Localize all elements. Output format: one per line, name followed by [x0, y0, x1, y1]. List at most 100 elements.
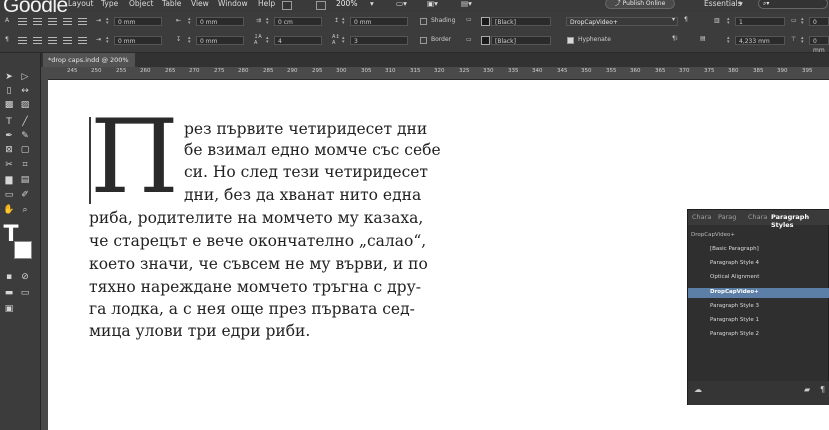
border-swatch[interactable] [481, 36, 490, 45]
preview-mode-icon[interactable]: ▭ [18, 287, 32, 299]
tab-character[interactable]: Chara [692, 213, 711, 221]
content-placer-icon[interactable]: ▨ [18, 99, 32, 111]
body-text-line[interactable]: мица улови три едри риби. [89, 322, 310, 340]
border-checkbox[interactable] [420, 37, 427, 44]
eyedropper-tool-icon[interactable]: ✐ [18, 189, 32, 201]
zoom-tool-icon[interactable]: ⌕ [18, 204, 32, 216]
hyphenate-checkbox[interactable] [567, 37, 574, 44]
content-collector-icon[interactable]: ▩ [2, 99, 16, 111]
style-item-dropcapvideo[interactable]: DropCapVideo+ [710, 289, 759, 295]
direct-selection-tool-icon[interactable]: ▷ [18, 71, 32, 83]
drop-cap-chars-stepper[interactable]: ▴ ▾ [342, 36, 347, 45]
space-after-field[interactable]: 0 mm [196, 36, 244, 45]
style-item-optical-alignment[interactable]: Optical Alignment [710, 274, 759, 280]
horizontal-ruler[interactable]: 245 250 255 260 265 270 275 280 285 290 … [41, 67, 829, 80]
span-columns-field[interactable]: 0 [809, 17, 829, 26]
tab-paragraph-styles[interactable]: Paragraph Styles [771, 213, 829, 229]
paragraph-mark-icon[interactable]: ¶ [5, 36, 9, 43]
shading-color-field[interactable]: [Black] [491, 17, 551, 26]
first-line-indent-stepper[interactable]: ▴ ▾ [266, 17, 271, 26]
align-away-from-spine-button[interactable] [63, 37, 72, 45]
border-color-field[interactable]: [Black] [491, 36, 551, 45]
last-line-indent-stepper[interactable]: ▴ ▾ [106, 36, 111, 45]
free-transform-tool-icon[interactable]: ⌗ [18, 159, 32, 171]
shading-swatch[interactable] [481, 17, 490, 26]
align-grid-icon[interactable]: ▤ [700, 35, 706, 42]
drop-cap-chars-field[interactable]: 3 [350, 36, 408, 45]
selection-tool-icon[interactable]: ➤ [2, 71, 16, 83]
zoom-level[interactable]: 200% [336, 0, 357, 8]
right-indent-stepper[interactable]: ▴ ▾ [188, 17, 193, 26]
new-folder-icon[interactable]: ▰ [804, 385, 810, 394]
drop-cap-lines-stepper[interactable]: ▴ ▾ [266, 36, 271, 45]
body-text-line[interactable]: риба, родителите на момчето му казаха, [89, 209, 423, 227]
line-tool-icon[interactable]: ╱ [18, 116, 32, 128]
gradient-feather-tool-icon[interactable]: ▤ [18, 174, 32, 186]
menu-view[interactable]: View [191, 0, 209, 8]
columns-stepper[interactable]: ▴ ▾ [727, 17, 732, 26]
pen-tool-icon[interactable]: ✒ [2, 130, 16, 142]
type-tool-icon[interactable]: T [2, 116, 16, 128]
body-text-line[interactable]: га лодка, а с нея още през първата сед- [89, 300, 415, 318]
menu-type[interactable]: Type [101, 0, 118, 8]
view-options-icon[interactable]: ▭▾ [396, 0, 407, 8]
justify-right-button[interactable] [33, 37, 42, 45]
body-text-line[interactable]: което значи, че съвсем не му върви, и по [89, 255, 428, 273]
hand-tool-icon[interactable]: ✋ [2, 204, 16, 216]
tab-paragraph[interactable]: Parag [718, 213, 736, 221]
normal-mode-icon[interactable]: ▬ [2, 287, 16, 299]
hyphenation-options-icon[interactable]: ¶⁞ [672, 35, 678, 42]
border-color-icon[interactable]: ▭ [466, 36, 472, 43]
align-left-button[interactable] [18, 18, 27, 26]
first-line-indent-field[interactable]: 0 cm [274, 17, 322, 26]
columns-field[interactable]: 1 [735, 17, 785, 26]
paragraph-formatting-icon[interactable]: A [5, 17, 9, 24]
menu-object[interactable]: Object [129, 0, 153, 8]
align-towards-spine-button[interactable] [63, 18, 72, 26]
paragraph-style-dropdown[interactable]: DropCapVideo+ [566, 17, 678, 26]
body-text-line[interactable]: бе взимал едно момче със себе [184, 141, 441, 159]
span-stepper[interactable]: ▴ ▾ [801, 17, 806, 26]
screen-mode-icon[interactable]: ▣▾ [427, 0, 438, 8]
workspace-switcher[interactable]: Essentials [704, 0, 742, 8]
zoom-dropdown-icon[interactable]: ▾ [370, 0, 374, 8]
stroke-swatch-icon[interactable] [14, 241, 32, 259]
right-indent-field[interactable]: 0 mm [196, 17, 244, 26]
workspace-dropdown-icon[interactable]: ▾ [739, 0, 743, 8]
stock-icon[interactable] [316, 1, 326, 10]
body-text-line[interactable]: рез първите четиридесет дни [184, 120, 427, 138]
drop-cap-lines-field[interactable]: 4 [274, 36, 322, 45]
apply-color-icon[interactable]: ▪ [2, 271, 16, 283]
tab-character-styles[interactable]: Chara [748, 213, 767, 221]
justify-full-button[interactable] [78, 37, 87, 45]
justify-left-button[interactable] [78, 18, 87, 26]
menu-help[interactable]: Help [258, 0, 275, 8]
publish-online-button[interactable]: ⤴ Publish Online [605, 0, 675, 9]
drop-cap-letter[interactable]: П [90, 107, 179, 209]
style-item-basic-paragraph[interactable]: [Basic Paragraph] [710, 246, 759, 252]
style-group-icon[interactable]: ☁ [694, 385, 702, 394]
apply-none-icon[interactable]: ⊘ [18, 271, 32, 283]
arrange-documents-icon[interactable]: ▤▾ [461, 0, 472, 8]
balance-field[interactable]: 0 mm [809, 36, 829, 54]
gutter-stepper[interactable]: ▴ ▾ [727, 36, 732, 45]
column-gutter-field[interactable]: 4,233 mm [735, 36, 785, 45]
create-style-icon[interactable]: ¶ [684, 16, 688, 23]
body-text-line[interactable]: че старецът е вече окончателно „салао“, [89, 232, 426, 250]
page-tool-icon[interactable]: ▯ [2, 85, 16, 97]
note-tool-icon[interactable]: ▭ [2, 189, 16, 201]
menu-window[interactable]: Window [218, 0, 248, 8]
style-item-paragraph-style-4[interactable]: Paragraph Style 4 [710, 260, 759, 266]
justify-center-button[interactable] [18, 37, 27, 45]
rectangle-tool-icon[interactable]: ▢ [18, 144, 32, 156]
body-text-line[interactable]: тяхно нареждане момчето тръгна с дру- [89, 278, 421, 296]
shading-color-icon[interactable]: ▭ [466, 16, 472, 23]
rectangle-frame-tool-icon[interactable]: ⊠ [2, 144, 16, 156]
left-indent-stepper[interactable]: ▴ ▾ [106, 17, 111, 26]
style-item-paragraph-style-1[interactable]: Paragraph Style 1 [710, 317, 759, 323]
balance-stepper[interactable]: ▴ ▾ [801, 36, 806, 45]
search-stock-input[interactable]: ⌕▾ [758, 0, 828, 9]
space-before-field[interactable]: 0 mm [350, 17, 408, 26]
gradient-swatch-tool-icon[interactable]: ▆ [2, 174, 16, 186]
style-item-paragraph-style-2[interactable]: Paragraph Style 2 [710, 331, 759, 337]
